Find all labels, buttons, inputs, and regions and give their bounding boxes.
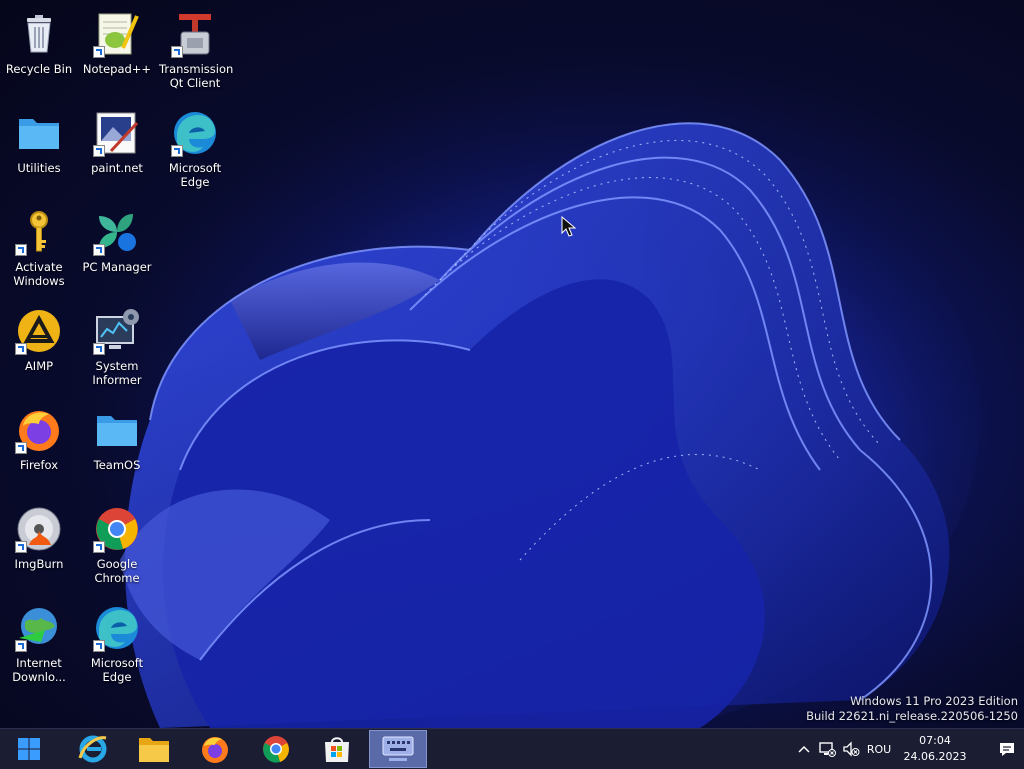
- clock-button[interactable]: 07:04 24.06.2023: [900, 729, 970, 769]
- desktop-icon-label: TeamOS: [93, 458, 141, 472]
- speaker-muted-icon: [843, 741, 860, 757]
- shortcut-arrow-icon: [15, 244, 27, 256]
- shortcut-arrow-icon: [15, 640, 27, 652]
- touch-keyboard-icon: [382, 736, 414, 761]
- taskbar-file-explorer[interactable]: [129, 729, 179, 769]
- shortcut-arrow-icon: [15, 343, 27, 355]
- volume-button[interactable]: [840, 729, 862, 769]
- desktop-icon-label: paint.net: [91, 161, 143, 175]
- shortcut-arrow-icon: [93, 46, 105, 58]
- input-language-button[interactable]: ROU: [864, 729, 894, 769]
- recycle-bin-icon: [15, 10, 63, 58]
- transmission-shortcut[interactable]: Transmission Qt Client: [157, 4, 233, 100]
- desktop-icon-label: AIMP: [24, 359, 54, 373]
- microsoft-edge-shortcut-2[interactable]: Microsoft Edge: [79, 598, 155, 694]
- system-informer-icon: [93, 307, 141, 355]
- recycle-bin-shortcut[interactable]: Recycle Bin: [1, 4, 77, 100]
- desktop-icon-label: ImgBurn: [14, 557, 64, 571]
- notepad-plus-plus-icon: [93, 10, 141, 58]
- desktop-icon-label: Utilities: [17, 161, 61, 175]
- shortcut-arrow-icon: [93, 541, 105, 553]
- clock-time: 07:04: [919, 734, 951, 747]
- shortcut-arrow-icon: [15, 541, 27, 553]
- desktop-icon-label: Activate Windows: [13, 260, 65, 288]
- aimp-shortcut[interactable]: AIMP: [1, 301, 77, 397]
- folder-icon: [93, 406, 141, 454]
- desktop-icon-label: System Informer: [92, 359, 142, 387]
- desktop-icon-label: Transmission Qt Client: [159, 62, 234, 90]
- utilities-folder[interactable]: Utilities: [1, 103, 77, 199]
- edge-icon: [93, 604, 141, 652]
- desktop-icon-label: Recycle Bin: [5, 62, 73, 76]
- taskbar-touch-keyboard[interactable]: [369, 730, 427, 768]
- system-informer-shortcut[interactable]: System Informer: [79, 301, 155, 397]
- disc-icon: [15, 505, 63, 553]
- internet-explorer-icon: [78, 735, 107, 763]
- chevron-up-icon: [798, 745, 810, 753]
- paint-net-shortcut[interactable]: paint.net: [79, 103, 155, 199]
- chrome-icon: [263, 736, 289, 763]
- notification-icon: [1000, 743, 1014, 756]
- firefox-icon: [15, 406, 63, 454]
- start-button[interactable]: [4, 729, 54, 769]
- network-status-button[interactable]: [816, 729, 838, 769]
- microsoft-store-icon: [325, 737, 349, 762]
- build-line: Build 22621.ni_release.220506-1250: [806, 709, 1018, 723]
- transmission-icon: [171, 10, 219, 58]
- shortcut-arrow-icon: [93, 640, 105, 652]
- notifications-button[interactable]: [994, 729, 1020, 769]
- windows-logo-icon: [18, 738, 40, 760]
- edition-line: Windows 11 Pro 2023 Edition: [850, 694, 1018, 708]
- mouse-cursor-icon: [561, 215, 577, 242]
- taskbar-internet-explorer[interactable]: [68, 729, 118, 769]
- microsoft-edge-shortcut-1[interactable]: Microsoft Edge: [157, 103, 233, 199]
- paint-net-icon: [93, 109, 141, 157]
- shortcut-arrow-icon: [171, 145, 183, 157]
- teamos-folder[interactable]: TeamOS: [79, 400, 155, 496]
- show-hidden-icons-button[interactable]: [794, 729, 814, 769]
- clock-date: 24.06.2023: [903, 750, 967, 763]
- desktop-icon-grid: Recycle Bin Utilities Activate Windows A…: [0, 0, 1024, 728]
- key-icon: [15, 208, 63, 256]
- desktop-icon-label: Microsoft Edge: [168, 161, 222, 189]
- taskbar-microsoft-store[interactable]: [312, 729, 362, 769]
- internet-download-manager-shortcut[interactable]: Internet Downlo...: [1, 598, 77, 694]
- notepad-plus-plus-shortcut[interactable]: Notepad++: [79, 4, 155, 100]
- aimp-icon: [15, 307, 63, 355]
- desktop-icon-label: PC Manager: [82, 260, 152, 274]
- taskbar-chrome[interactable]: [251, 729, 301, 769]
- shortcut-arrow-icon: [15, 442, 27, 454]
- system-tray: ROU 07:04 24.06.2023: [794, 729, 1024, 769]
- imgburn-shortcut[interactable]: ImgBurn: [1, 499, 77, 595]
- language-indicator: ROU: [866, 742, 892, 756]
- desktop-icon-label: Notepad++: [82, 62, 152, 76]
- taskbar-firefox[interactable]: [190, 729, 240, 769]
- shortcut-arrow-icon: [93, 244, 105, 256]
- desktop-icon-label: Internet Downlo...: [12, 656, 66, 684]
- edge-icon: [171, 109, 219, 157]
- google-chrome-shortcut[interactable]: Google Chrome: [79, 499, 155, 595]
- folder-icon: [139, 738, 169, 762]
- desktop-icon-label: Google Chrome: [94, 557, 140, 585]
- pc-manager-icon: [93, 208, 141, 256]
- shortcut-arrow-icon: [93, 343, 105, 355]
- globe-download-icon: [15, 604, 63, 652]
- firefox-icon: [202, 737, 228, 763]
- pc-manager-shortcut[interactable]: PC Manager: [79, 202, 155, 298]
- chrome-icon: [93, 505, 141, 553]
- network-disconnected-icon: [819, 742, 836, 757]
- shortcut-arrow-icon: [93, 145, 105, 157]
- shortcut-arrow-icon: [171, 46, 183, 58]
- desktop-icon-label: Microsoft Edge: [90, 656, 144, 684]
- folder-icon: [15, 109, 63, 157]
- firefox-shortcut[interactable]: Firefox: [1, 400, 77, 496]
- desktop-icon-label: Firefox: [19, 458, 59, 472]
- windows-edition-watermark: Windows 11 Pro 2023 Edition Build 22621.…: [806, 694, 1018, 724]
- taskbar: ROU 07:04 24.06.2023: [0, 728, 1024, 769]
- activate-windows-shortcut[interactable]: Activate Windows: [1, 202, 77, 298]
